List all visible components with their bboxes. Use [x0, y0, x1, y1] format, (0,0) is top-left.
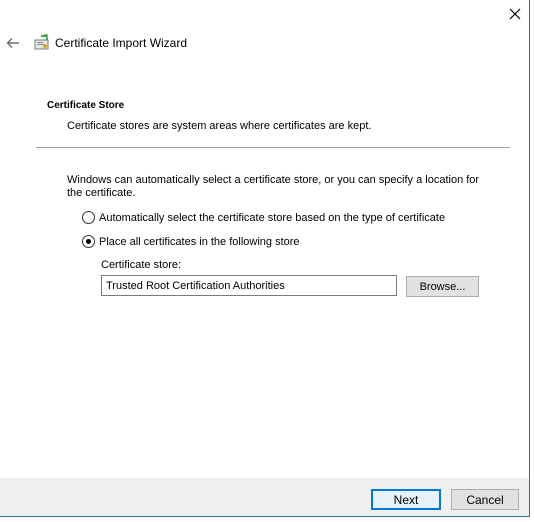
- radio-button-auto[interactable]: [82, 211, 95, 224]
- intro-text: Windows can automatically select a certi…: [67, 174, 480, 199]
- divider: [36, 147, 510, 148]
- cancel-button[interactable]: Cancel: [451, 489, 519, 510]
- footer-bar: [0, 478, 529, 516]
- radio-place-all[interactable]: Place all certificates in the following …: [82, 235, 300, 248]
- radio-auto-select[interactable]: Automatically select the certificate sto…: [82, 211, 445, 224]
- certificate-import-wizard-window: Certificate Import Wizard Certificate St…: [0, 0, 529, 516]
- radio-place-all-label: Place all certificates in the following …: [99, 235, 300, 248]
- browse-button[interactable]: Browse...: [406, 276, 479, 297]
- back-arrow-icon: [6, 38, 19, 48]
- background-strip-bottom: [0, 517, 534, 522]
- radio-button-place-all[interactable]: [82, 235, 95, 248]
- radio-auto-label: Automatically select the certificate sto…: [99, 211, 446, 224]
- back-button[interactable]: [4, 34, 22, 52]
- certificate-wizard-icon: [34, 34, 49, 50]
- certificate-store-field[interactable]: [101, 275, 397, 296]
- wizard-title: Certificate Import Wizard: [55, 36, 188, 50]
- close-icon: [509, 8, 520, 20]
- certificate-store-label: Certificate store:: [101, 259, 182, 271]
- section-title: Certificate Store: [47, 100, 125, 111]
- next-button[interactable]: Next: [371, 489, 441, 510]
- background-strip: [530, 0, 534, 516]
- section-description: Certificate stores are system areas wher…: [67, 120, 372, 132]
- close-button[interactable]: [500, 0, 529, 28]
